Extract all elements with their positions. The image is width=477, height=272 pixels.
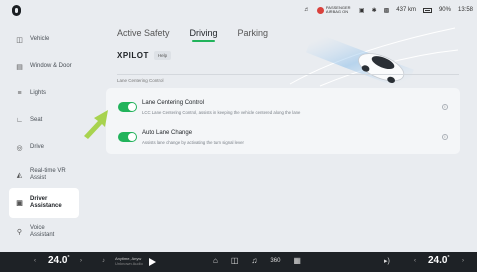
temp-right-unit: ° [447,255,450,261]
lane-centering-toggle[interactable] [118,102,137,112]
setting-title: Lane Centering Control [142,100,205,106]
status-bar: ♬ PASSENGER AIRBAG ON ▣ ✱ ▩ 437 km 90% 1… [0,0,477,20]
tab-bar: Active Safety Driving Parking [117,28,269,42]
settings-card: Lane Centering Control LCC Lane Centerin… [106,88,460,154]
setting-description: LCC Lane Centering Control, assists in k… [142,110,301,115]
music-note-icon: ♪ [102,258,105,264]
sidebar-item-label: Drive [30,144,45,150]
sidebar-item-seat[interactable]: ∟ Seat [9,107,79,134]
temp-left-increase-icon[interactable]: › [80,258,82,264]
info-icon[interactable]: i [442,104,448,110]
sidebar: ◫ Vehicle ▤ Window & Door ≡ Lights ∟ Sea… [9,26,79,245]
brand-logo-icon [12,5,21,16]
sidebar-item-label: Driver Assistance [30,196,62,209]
airbag-indicator: PASSENGER AIRBAG ON [316,5,352,14]
tab-active-safety[interactable]: Active Safety [117,28,170,38]
temp-right[interactable]: 24.0° [428,255,449,266]
media-subtitle: Unknown Audio [115,260,143,266]
airbag-status-text: PASSENGER AIRBAG ON [325,5,351,14]
temp-left[interactable]: 24.0° [48,255,69,266]
sidebar-item-vr-assist[interactable]: ◭ Real-time VR Assist [9,161,79,188]
tab-parking[interactable]: Parking [238,28,269,38]
car-illustration [289,27,459,87]
temp-right-value: 24.0 [428,255,448,266]
dock: ⌂ ◫ ♫ 360 ▦ [213,256,301,265]
music-icon[interactable]: ♫ [251,256,257,265]
temp-left-decrease-icon[interactable]: ‹ [34,258,36,264]
temp-right-increase-icon[interactable]: › [462,258,464,264]
camera-360-icon[interactable]: 360 [270,258,280,265]
sidebar-item-label: Window & Door [30,63,72,69]
temp-left-unit: ° [67,255,70,261]
car-icon: ◫ [16,36,23,44]
temp-left-value: 24.0 [48,255,68,266]
pointer-arrow-icon [84,110,108,139]
media-info[interactable]: Anytime, Anyw Unknown Audio [115,256,143,266]
divider [117,74,459,75]
battery-text: 90% [438,7,451,13]
voice-icon: ⚲ [16,228,23,236]
status-indicators: ♬ PASSENGER AIRBAG ON ▣ ✱ ▩ 437 km 90% 1… [304,0,473,20]
sidebar-item-label: Vehicle [30,36,50,42]
play-icon[interactable] [149,258,156,266]
setting-description: Assists lane change by activating the tu… [142,140,244,145]
volume-icon[interactable]: ▸) [384,257,390,265]
sidebar-item-drive[interactable]: ◎ Drive [9,134,79,161]
home-icon[interactable]: ⌂ [213,256,218,265]
bottom-bar: ‹ 24.0° › ♪ Anytime, Anyw Unknown Audio … [0,252,477,272]
airbag-icon [316,6,324,14]
assist-icon: ▣ [16,200,23,207]
seat-icon: ∟ [16,117,23,124]
info-icon[interactable]: i [442,134,448,140]
section-title: Lane Centering Control [117,78,164,83]
page-title: XPILOT [117,51,149,60]
xpilot-header: XPILOT Help [117,51,172,60]
sidebar-item-label: Seat [30,117,43,123]
help-button[interactable]: Help [153,51,172,60]
car-icon[interactable]: ◫ [231,256,239,265]
bluetooth-icon: ✱ [371,7,377,14]
battery-icon [422,7,432,13]
range-text: 437 km [396,7,416,13]
sidebar-item-vehicle[interactable]: ◫ Vehicle [9,26,79,53]
apps-grid-icon[interactable]: ▦ [293,256,301,265]
sidebar-item-label: Lights [30,90,47,96]
temp-right-decrease-icon[interactable]: ‹ [414,258,416,264]
signal-icon: ▩ [383,7,390,14]
sidebar-item-voice-assistant[interactable]: ⚲ Voice Assistant [9,218,79,245]
sidebar-item-label: Voice Assistant [30,224,55,238]
sidebar-item-driver-assistance[interactable]: ▣ Driver Assistance [9,188,79,218]
auto-lane-change-toggle[interactable] [118,132,137,142]
setting-title: Auto Lane Change [142,130,193,136]
setting-row-lane-centering: Lane Centering Control LCC Lane Centerin… [116,98,456,122]
notification-icon: ♬ [303,7,310,13]
window-icon: ▤ [16,63,23,71]
steering-icon: ◎ [16,144,23,152]
tab-driving[interactable]: Driving [190,28,218,42]
clock-text: 13:58 [457,7,473,13]
sidebar-item-window-door[interactable]: ▤ Window & Door [9,53,79,80]
camera-icon: ▣ [358,7,365,14]
setting-row-auto-lane-change: Auto Lane Change Assists lane change by … [116,128,456,152]
sidebar-item-label: Real-time VR Assist [30,167,66,181]
sidebar-item-lights[interactable]: ≡ Lights [9,80,79,107]
vr-icon: ◭ [16,171,23,179]
light-icon: ≡ [17,90,22,97]
